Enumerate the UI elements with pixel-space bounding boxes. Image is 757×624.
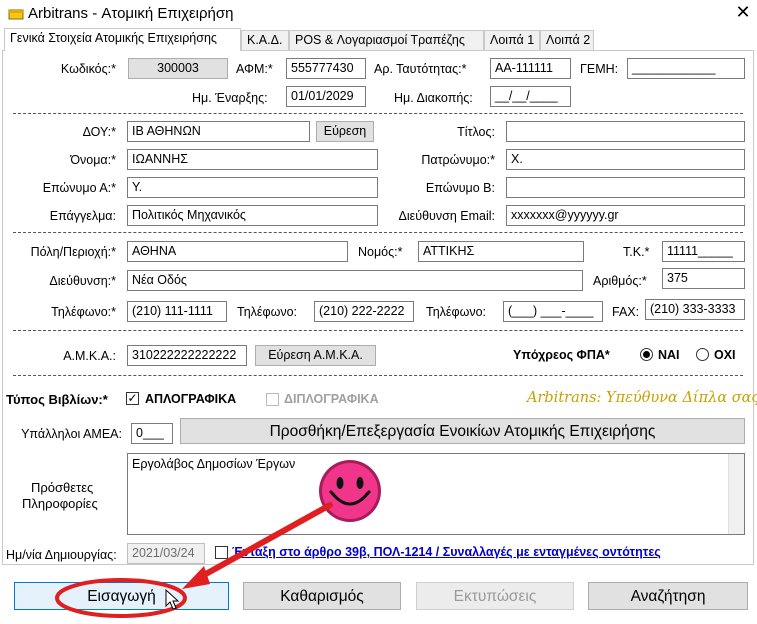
amea-label: Υπάλληλοι ΑΜΕΑ: [21, 427, 122, 441]
gemi-field[interactable]: ____________ [627, 58, 745, 79]
street-field[interactable]: Νέα Οδός [127, 270, 583, 291]
article-39b-checkbox[interactable] [215, 546, 228, 559]
number-label: Αριθμός:* [593, 274, 647, 288]
email-label: Διεύθυνση Email: [398, 209, 495, 223]
notes-scrollbar[interactable] [728, 454, 744, 534]
father-label: Πατρώνυμο:* [421, 153, 495, 167]
amka-search-button[interactable]: Εύρεση Α.Μ.Κ.Α. [255, 345, 376, 366]
created-date-field: 2021/03/24 [127, 543, 205, 564]
double-books-checkbox[interactable] [266, 393, 279, 406]
window-title: Arbitrans - Ατομική Επιχειρήση [28, 5, 234, 22]
app-icon [8, 9, 24, 20]
double-books-label: ΔΙΠΛΟΓΡΑΦΙΚΑ [284, 392, 379, 406]
phone2-label: Τηλέφωνο: [237, 305, 298, 319]
id-field[interactable]: ΑΑ-111111 [490, 58, 571, 79]
zip-field[interactable]: 11111_____ [662, 241, 745, 262]
surname-b-field[interactable] [506, 177, 745, 198]
separator [13, 375, 743, 376]
vat-no-label: ΟΧΙ [714, 348, 736, 362]
fax-field[interactable]: (210) 333-3333 [645, 299, 745, 320]
vat-yes-label: ΝΑΙ [658, 348, 680, 362]
start-date-field[interactable]: 01/01/2029 [286, 86, 366, 107]
books-type-label: Τύπος Βιβλίων:* [6, 392, 108, 407]
insert-button[interactable]: Εισαγωγή [14, 582, 229, 610]
tab-kad[interactable]: Κ.Α.Δ. [241, 30, 289, 50]
code-label: Κωδικός:* [60, 62, 116, 76]
notes-text: Εργολάβος Δημοσίων Έργων [132, 457, 296, 471]
separator [13, 330, 743, 331]
city-label: Πόλη/Περιοχή:* [30, 245, 116, 259]
stop-date-label: Ημ. Διακοπής: [394, 91, 473, 105]
separator [13, 113, 743, 114]
name-label: Όνομα:* [70, 153, 116, 167]
zip-label: Τ.Κ.* [623, 245, 650, 259]
surname-a-label: Επώνυμο Α:* [42, 181, 116, 195]
tab-other-1[interactable]: Λοιπά 1 [484, 30, 540, 50]
vat-no-radio[interactable] [696, 348, 709, 361]
notes-textarea[interactable]: Εργολάβος Δημοσίων Έργων [127, 453, 745, 535]
simple-books-label: ΑΠΛΟΓΡΑΦΙΚΑ [145, 392, 237, 406]
smiley-icon [319, 460, 381, 522]
phone2-field[interactable]: (210) 222-2222 [314, 301, 414, 322]
tab-other-2[interactable]: Λοιπά 2 [540, 30, 594, 50]
phone3-label: Τηλέφωνο: [426, 305, 487, 319]
created-date-label: Ημ/νία Δημιουργίας: [6, 548, 117, 562]
stop-date-field[interactable]: __/__/____ [490, 86, 571, 107]
title-bar: Arbitrans - Ατομική Επιχειρήση ✕ [0, 0, 757, 28]
surname-a-field[interactable]: Υ. [127, 177, 378, 198]
id-label: Αρ. Ταυτότητας:* [374, 62, 467, 76]
job-label: Επάγγελμα: [49, 209, 116, 223]
search-button[interactable]: Αναζήτηση [588, 582, 748, 610]
print-button[interactable]: Εκτυπώσεις [416, 582, 574, 610]
doy-field[interactable]: ΙΒ ΑΘΗΝΩΝ [127, 121, 310, 142]
separator [13, 232, 743, 233]
email-field[interactable]: xxxxxxx@yyyyyy.gr [506, 205, 745, 226]
phone1-label: Τηλέφωνο:* [51, 305, 116, 319]
fax-label: FAX: [612, 305, 640, 319]
tab-pos-banks[interactable]: POS & Λογαριασμοί Τραπέζης [289, 30, 484, 50]
vat-label: Υπόχρεος ΦΠΑ* [513, 348, 610, 362]
code-field: 300003 [128, 58, 228, 79]
phone1-field[interactable]: (210) 111-1111 [127, 301, 227, 322]
city-field[interactable]: ΑΘΗΝΑ [127, 241, 348, 262]
tab-strip: Γενικά Στοιχεία Ατομικής Επιχειρήσης Κ.Α… [0, 28, 757, 51]
clear-button[interactable]: Καθαρισμός [243, 582, 401, 610]
rentals-button[interactable]: Προσθήκη/Επεξεργασία Ενοικίων Ατομικής Ε… [180, 418, 745, 444]
doy-search-button[interactable]: Εύρεση [316, 121, 374, 142]
vat-yes-radio[interactable] [640, 348, 653, 361]
title-label: Τίτλος: [457, 125, 495, 139]
name-field[interactable]: ΙΩΑΝΝΗΣ [127, 149, 378, 170]
afm-label: ΑΦΜ:* [236, 62, 273, 76]
title-field[interactable] [506, 121, 745, 142]
gemi-label: ΓΕΜΗ: [580, 62, 619, 76]
amka-field[interactable]: 310222222222222 [127, 345, 247, 366]
close-icon[interactable]: ✕ [733, 2, 753, 23]
notes-label-line1: Πρόσθετες [31, 480, 94, 495]
afm-field[interactable]: 555777430 [286, 58, 366, 79]
prefecture-label: Νομός:* [358, 245, 403, 259]
brand-slogan: Arbitrans: Υπεύθυνα Δίπλα σας [527, 390, 757, 406]
doy-label: ΔΟΥ:* [82, 125, 116, 139]
amea-field[interactable]: 0___ [131, 423, 173, 444]
father-field[interactable]: Χ. [506, 149, 745, 170]
notes-label-line2: Πληροφορίες [22, 496, 98, 511]
phone3-field[interactable]: (___) ___-____ [503, 301, 603, 322]
tab-general[interactable]: Γενικά Στοιχεία Ατομικής Επιχειρήσης [4, 28, 241, 51]
job-field[interactable]: Πολιτικός Μηχανικός [127, 205, 378, 226]
article-39b-link[interactable]: Ένταξη στο άρθρο 39β, ΠΟΛ-1214 / Συναλλα… [232, 545, 661, 559]
amka-label: Α.Μ.Κ.Α.: [63, 349, 116, 363]
start-date-label: Ημ. Έναρξης: [192, 91, 268, 105]
number-field[interactable]: 375 [662, 268, 745, 289]
street-label: Διεύθυνση:* [49, 274, 116, 288]
surname-b-label: Επώνυμο Β: [425, 181, 495, 195]
simple-books-checkbox[interactable]: ✓ [126, 392, 139, 405]
prefecture-field[interactable]: ΑΤΤΙΚΗΣ [418, 241, 584, 262]
